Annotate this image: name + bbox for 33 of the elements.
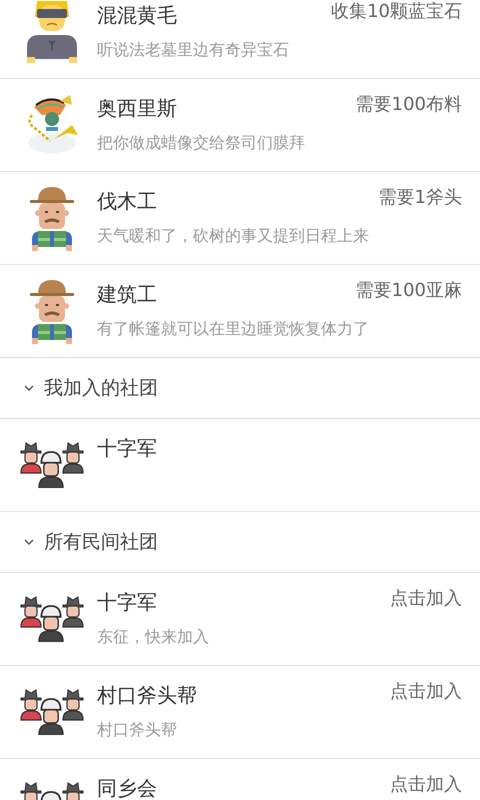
join-link[interactable]: 点击加入 — [390, 773, 462, 797]
item-name: 同乡会 — [97, 775, 157, 800]
join-link[interactable]: 点击加入 — [390, 587, 462, 611]
item-description: 把你做成蜡像交给祭司们膜拜 — [97, 132, 306, 154]
list-row[interactable]: 同乡会 点击加入 — [0, 759, 480, 800]
requirement-text: 需要100布料 — [356, 93, 462, 117]
group-avatar-icon — [20, 596, 84, 642]
item-description: 天气暖和了，砍树的事又提到日程上来 — [97, 225, 370, 247]
requirement-text: 需要1斧头 — [378, 186, 462, 210]
list-row[interactable]: 十字军 点击加入 东征，快来加入 — [0, 573, 480, 666]
worker-avatar-icon — [28, 278, 76, 344]
item-name: 十字军 — [97, 589, 157, 616]
group-avatar-icon — [20, 442, 84, 488]
group-avatar-icon — [20, 689, 84, 735]
item-name: 混混黄毛 — [97, 2, 177, 29]
item-name: 奥西里斯 — [97, 95, 177, 122]
section-header[interactable]: 我加入的社团 — [0, 358, 480, 419]
worker-avatar-icon — [28, 185, 76, 251]
item-description: 有了帐篷就可以在里边睡觉恢复体力了 — [97, 318, 370, 340]
item-description: 东征，快来加入 — [97, 626, 210, 648]
section-title: 所有民间社团 — [44, 530, 158, 555]
item-description: 听说法老墓里边有奇异宝石 — [97, 39, 290, 61]
item-name: 十字军 — [97, 435, 157, 462]
item-name: 建筑工 — [97, 281, 157, 308]
requirement-text: 收集10颗蓝宝石 — [331, 0, 462, 24]
section-title: 我加入的社团 — [44, 376, 158, 401]
item-name: 伐木工 — [97, 188, 157, 215]
item-description: 村口斧头帮 — [97, 719, 178, 741]
list-row[interactable]: 村口斧头帮 点击加入 村口斧头帮 — [0, 666, 480, 759]
section-header[interactable]: 所有民间社团 — [0, 512, 480, 573]
requirement-text: 需要100亚麻 — [356, 279, 462, 303]
join-link[interactable]: 点击加入 — [390, 680, 462, 704]
item-name: 村口斧头帮 — [97, 682, 197, 709]
